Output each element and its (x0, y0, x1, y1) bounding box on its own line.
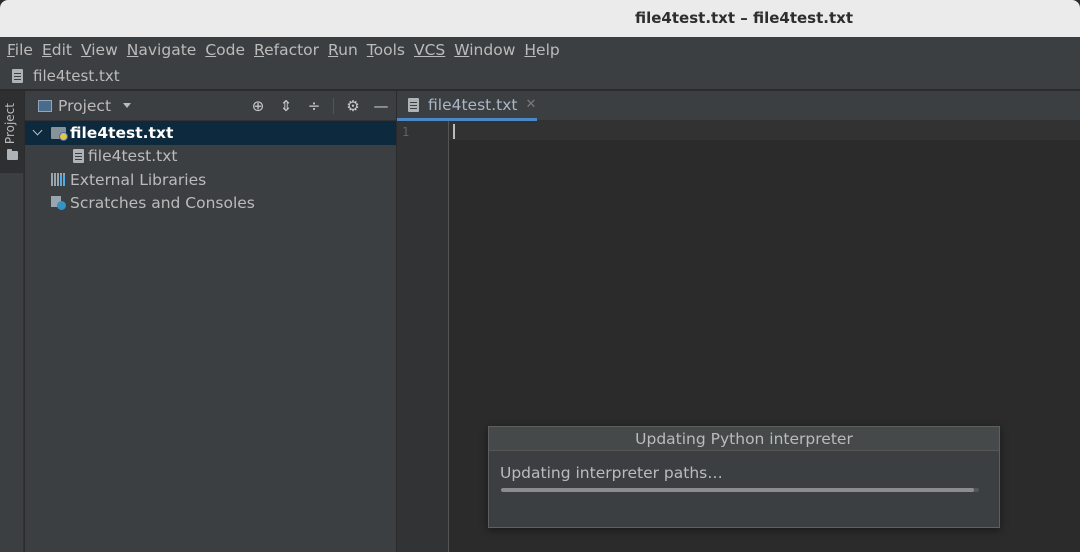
menu-navigate[interactable]: Navigate (127, 41, 197, 59)
menu-tools[interactable]: Tools (367, 41, 405, 59)
progress-bar-fill (501, 488, 975, 492)
project-view-icon (38, 99, 52, 112)
menu-refactor[interactable]: Refactor (254, 41, 319, 59)
tree-item-root[interactable]: file4test.txt (25, 121, 396, 145)
progress-bar (501, 488, 979, 492)
tree-item-scratches[interactable]: Scratches and Consoles (25, 192, 396, 216)
expand-arrow-icon[interactable] (32, 125, 43, 136)
tree-item-label: file4test.txt (70, 123, 174, 142)
menu-file[interactable]: File (7, 41, 33, 59)
close-icon[interactable]: ✕ (526, 97, 537, 112)
navigation-bar: file4test.txt (0, 62, 1080, 90)
tree-item-label: External Libraries (70, 170, 207, 189)
dialog-title: Updating Python interpreter (489, 427, 999, 451)
hide-icon[interactable]: — (372, 97, 390, 115)
library-icon (51, 173, 66, 187)
locate-file-icon[interactable]: ⊕ (249, 97, 267, 115)
expand-all-icon[interactable]: ⇕ (277, 97, 295, 115)
project-toolbar: ⊕ ⇕ ÷ ⚙ — (239, 97, 390, 115)
tree-item-label: Scratches and Consoles (70, 194, 255, 213)
tree-item-external-libraries[interactable]: External Libraries (25, 168, 396, 192)
dialog-message: Updating interpreter paths… (500, 464, 723, 482)
project-tool-window-button[interactable]: Project (0, 91, 24, 173)
toolbar-divider (333, 98, 334, 114)
tree-item-file[interactable]: file4test.txt (25, 145, 396, 169)
menu-run[interactable]: Run (328, 41, 358, 59)
menu-vcs[interactable]: VCS (414, 41, 445, 59)
gear-icon[interactable]: ⚙ (344, 97, 362, 115)
menu-window[interactable]: Window (454, 41, 515, 59)
folder-icon (7, 149, 18, 160)
project-folder-icon (51, 126, 68, 141)
project-panel-header: Project ⊕ ⇕ ÷ ⚙ — (25, 91, 396, 121)
window-title: file4test.txt – file4test.txt (635, 9, 853, 27)
text-file-icon (73, 149, 84, 164)
menu-view[interactable]: View (81, 41, 118, 59)
editor-tab-bar: file4test.txt ✕ (397, 91, 1080, 121)
project-tool-label: Project (3, 103, 17, 145)
menu-code[interactable]: Code (205, 41, 245, 59)
editor-tab-file4test[interactable]: file4test.txt ✕ (397, 91, 537, 121)
editor-tab-label: file4test.txt (428, 95, 518, 114)
collapse-all-icon[interactable]: ÷ (305, 97, 323, 115)
line-number-gutter: 1 (397, 121, 449, 552)
project-tree: file4test.txt file4test.txt External Lib… (25, 121, 396, 215)
current-line-highlight (449, 121, 1080, 140)
menu-help[interactable]: Help (524, 41, 559, 59)
scratches-icon (51, 196, 66, 211)
left-tool-strip: Project (0, 91, 24, 552)
progress-dialog: Updating Python interpreter Updating int… (488, 426, 1000, 528)
project-panel: Project ⊕ ⇕ ÷ ⚙ — file4test.txt file4tes… (25, 91, 396, 552)
line-number: 1 (402, 125, 410, 139)
chevron-down-icon[interactable] (123, 103, 132, 108)
window-titlebar: file4test.txt – file4test.txt (0, 0, 1080, 37)
menu-bar: File Edit View Navigate Code Refactor Ru… (0, 37, 1080, 62)
tree-item-label: file4test.txt (88, 147, 178, 166)
text-file-icon (12, 68, 23, 83)
project-view-selector[interactable]: Project (58, 97, 111, 115)
text-file-icon (408, 97, 419, 112)
text-caret (453, 124, 455, 139)
menu-edit[interactable]: Edit (42, 41, 72, 59)
breadcrumb[interactable]: file4test.txt (33, 67, 120, 85)
